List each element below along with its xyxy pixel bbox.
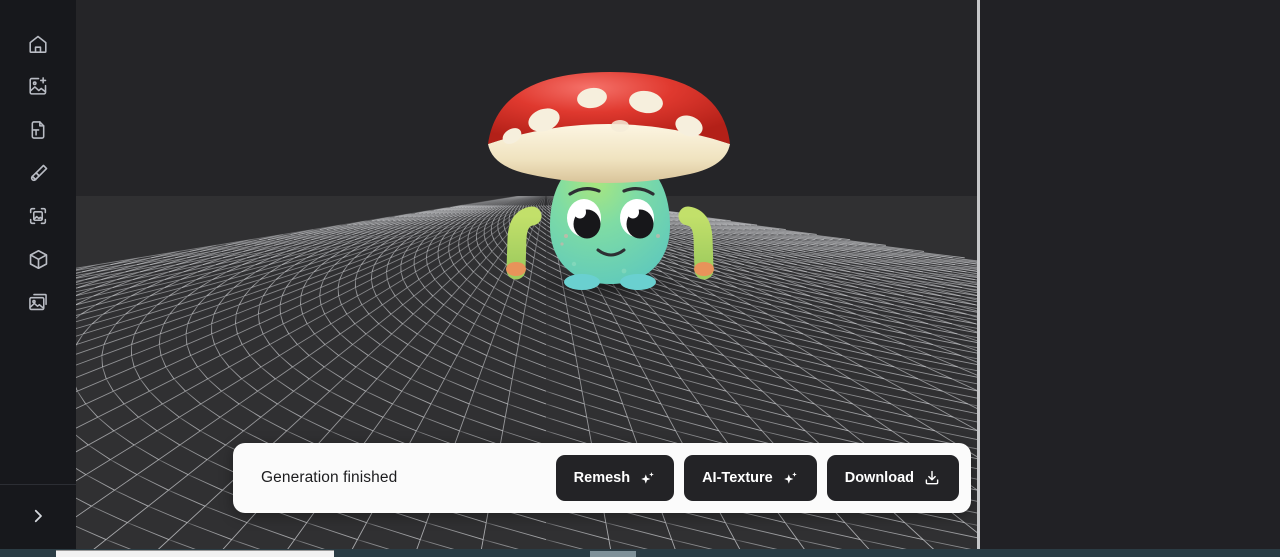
home-icon — [27, 33, 49, 55]
right-control-panel: Mode: Text to 3D Enter Text Generate Lea… — [980, 0, 1280, 557]
sidebar-item-texture[interactable] — [22, 157, 54, 189]
generated-3d-model[interactable] — [474, 66, 744, 306]
text-file-icon — [27, 119, 49, 141]
download-icon — [923, 469, 941, 487]
gallery-icon — [27, 291, 49, 313]
sidebar-item-models[interactable] — [22, 243, 54, 275]
download-label: Download — [844, 470, 914, 486]
sidebar-item-home[interactable] — [22, 28, 54, 60]
chevron-right-icon — [29, 507, 47, 530]
sparkles-icon — [782, 470, 799, 487]
sparkles-icon — [639, 470, 656, 487]
image-plus-icon — [27, 75, 49, 97]
paint-brush-icon — [27, 162, 50, 185]
os-window-edge[interactable] — [56, 550, 334, 557]
os-tab-edge[interactable] — [590, 551, 636, 557]
remesh-button[interactable]: Remesh — [555, 455, 675, 501]
toast-message: Generation finished — [261, 469, 398, 486]
sidebar-divider — [0, 484, 76, 485]
remesh-label: Remesh — [573, 470, 631, 486]
sidebar-item-image-to-3d[interactable] — [22, 70, 54, 102]
image-select-icon — [27, 205, 49, 227]
sidebar-item-gallery[interactable] — [22, 286, 54, 318]
sidebar-item-text-to-3d[interactable] — [22, 114, 54, 146]
cube-icon — [27, 248, 50, 271]
ai-texture-label: AI-Texture — [702, 470, 773, 486]
generation-status-toast: Generation finished Remesh AI-Texture Do… — [233, 443, 971, 513]
3d-viewport[interactable]: Generation finished Remesh AI-Texture Do… — [76, 0, 979, 557]
sidebar-expand-button[interactable] — [22, 502, 54, 534]
sidebar-item-segment[interactable] — [22, 200, 54, 232]
mushroom-character — [488, 72, 730, 301]
viewport-scrollbar[interactable] — [977, 0, 980, 557]
download-button[interactable]: Download — [826, 455, 959, 501]
app-root: Generation finished Remesh AI-Texture Do… — [0, 0, 1280, 557]
left-icon-rail — [0, 0, 76, 557]
ai-texture-button[interactable]: AI-Texture — [684, 455, 817, 501]
